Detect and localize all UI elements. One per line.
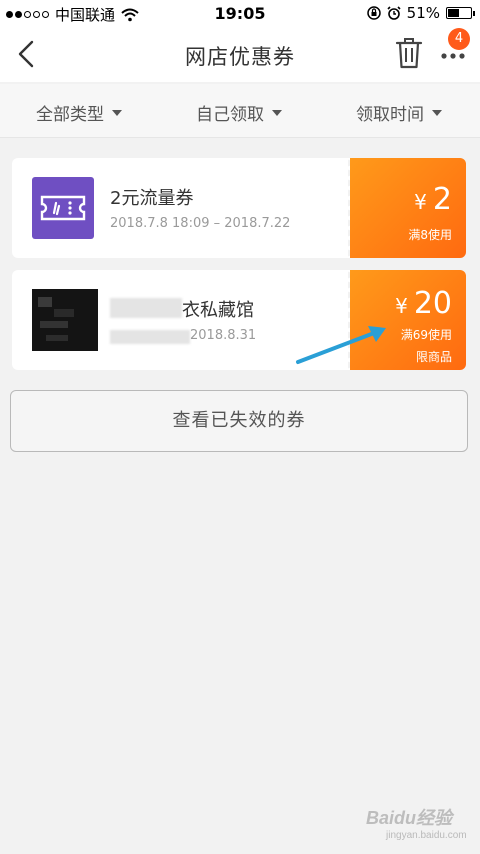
shop-logo: [32, 289, 98, 351]
filter-time[interactable]: 领取时间: [356, 100, 442, 125]
status-bar: 中国联通 19:05 51%: [0, 0, 480, 28]
battery-level-fill: [448, 9, 460, 17]
coupon-limit: 限商品: [415, 350, 452, 364]
filter-type[interactable]: 全部类型: [36, 100, 122, 125]
watermark-subtext: jingyan.baidu.com: [386, 830, 467, 841]
notification-badge: 4: [448, 28, 470, 50]
trash-icon[interactable]: [394, 36, 424, 70]
coupon-condition: 满69使用: [400, 328, 452, 342]
rotation-lock-icon: [366, 6, 381, 20]
alarm-icon: [387, 6, 401, 20]
coupon-name: 衣私藏馆: [182, 300, 254, 321]
coupon-card[interactable]: 2元流量券 2018.7.8 18:09 – 2018.7.22 ¥ 2 满8使…: [12, 158, 466, 258]
caret-down-icon: [272, 109, 282, 116]
currency-symbol: ¥: [414, 190, 427, 214]
coupon-value: 20: [413, 286, 452, 321]
currency-symbol: ¥: [395, 294, 408, 318]
coupon-condition: 满8使用: [408, 228, 452, 242]
status-right: 51%: [366, 4, 475, 22]
blurred-text: [110, 330, 190, 344]
coupon-name: 2元流量券: [110, 188, 194, 209]
caret-down-icon: [112, 109, 122, 116]
watermark-text: Baidu经验: [366, 808, 453, 828]
nav-bar: 网店优惠券 4: [0, 28, 480, 82]
coupon-date: 2018.8.31: [190, 328, 257, 343]
data-coupon-icon: [32, 177, 94, 239]
blurred-text: [110, 298, 182, 318]
battery-icon: [446, 7, 475, 19]
filter-bar: 全部类型 自己领取 领取时间: [0, 84, 480, 138]
caret-down-icon: [432, 109, 442, 116]
annotation-arrow-icon: [296, 326, 386, 364]
coupon-stub: ¥ 2 满8使用: [350, 158, 466, 258]
battery-percent: 51%: [406, 4, 440, 22]
coupon-value: 2: [432, 182, 452, 217]
filter-source[interactable]: 自己领取: [196, 100, 282, 125]
filter-time-label: 领取时间: [356, 105, 424, 125]
view-expired-coupons-button[interactable]: 查看已失效的券: [10, 390, 468, 452]
coupon-body: 2元流量券 2018.7.8 18:09 – 2018.7.22: [12, 158, 352, 258]
watermark: Baidu经验 jingyan.baidu.com: [366, 804, 467, 841]
filter-source-label: 自己领取: [196, 105, 264, 125]
coupon-date: 2018.7.8 18:09 – 2018.7.22: [110, 216, 291, 231]
coupon-amount: ¥ 20: [395, 286, 452, 321]
filter-type-label: 全部类型: [36, 105, 104, 125]
coupon-amount: ¥ 2: [414, 182, 452, 217]
